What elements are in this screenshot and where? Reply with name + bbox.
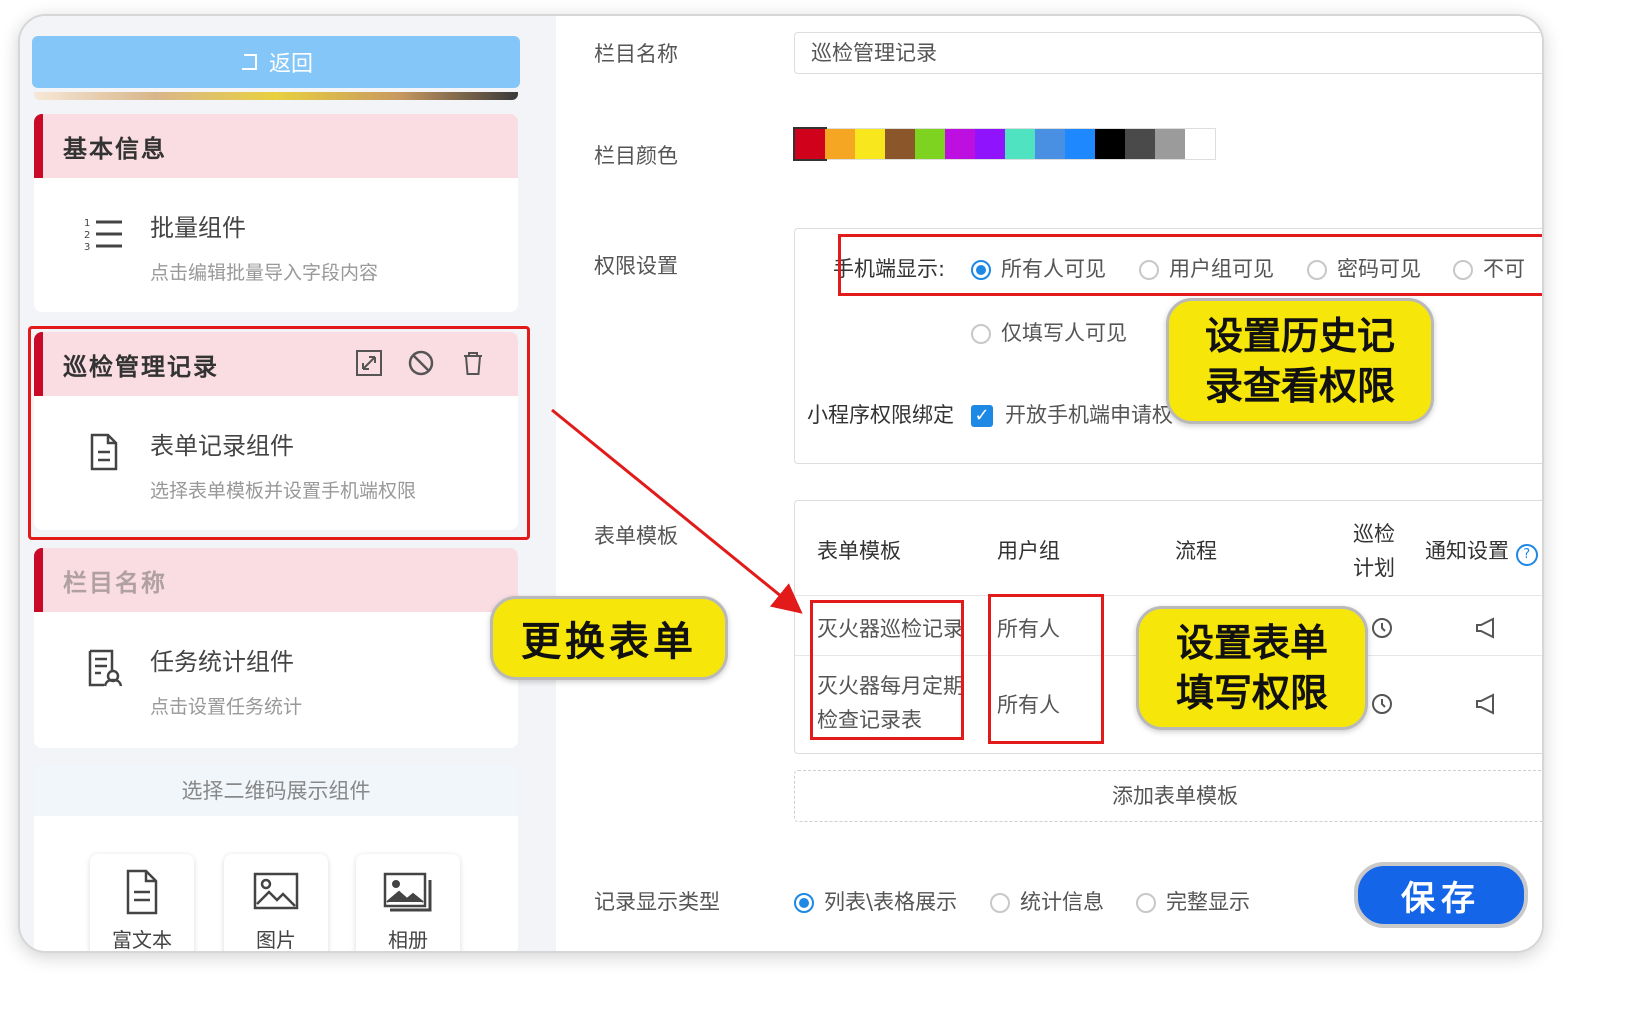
annotation-arrow — [551, 408, 803, 614]
app-window: 返回 基本信息 123 批量组件 点击编辑批量导入字段内容 巡检管理记录 表单记… — [18, 14, 1544, 953]
callout-replace-form: 更换表单 — [490, 596, 728, 680]
callout-fill-permission: 设置表单 填写权限 — [1136, 606, 1368, 730]
callout-history-permission: 设置历史记 录查看权限 — [1166, 298, 1434, 424]
